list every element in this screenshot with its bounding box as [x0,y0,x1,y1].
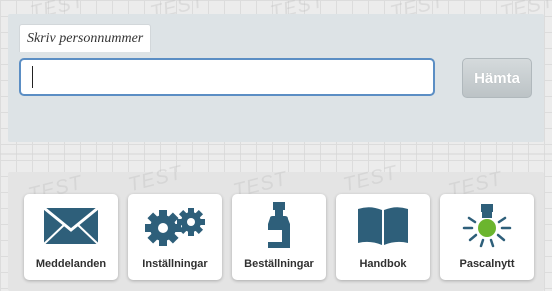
divider [0,153,552,155]
medicine-bottle-icon [232,200,326,252]
envelope-icon [24,200,118,252]
gears-icon [128,200,222,252]
fetch-button[interactable]: Hämta [462,58,532,98]
tile-pascal-news[interactable]: Pascalnytt [440,194,534,280]
tile-label: Meddelanden [35,258,107,270]
personal-number-input[interactable] [19,58,435,96]
tile-orders[interactable]: Beställningar [232,194,326,280]
text-cursor [32,66,33,88]
tile-messages[interactable]: Meddelanden [24,194,118,280]
book-icon [336,200,430,252]
tile-settings[interactable]: Inställningar [128,194,222,280]
tile-label: Inställningar [142,258,208,270]
tile-label: Handbok [359,258,407,270]
shortcut-strip: TEST TEST TEST TEST TEST Meddelanden Ins… [8,162,544,291]
search-panel: Skriv personnummer Hämta [8,14,544,142]
search-label: Skriv personnummer [19,24,152,52]
tile-handbook[interactable]: Handbok [336,194,430,280]
lightbulb-icon [440,200,534,252]
tile-label: Pascalnytt [459,258,515,270]
tile-label: Beställningar [244,258,314,270]
